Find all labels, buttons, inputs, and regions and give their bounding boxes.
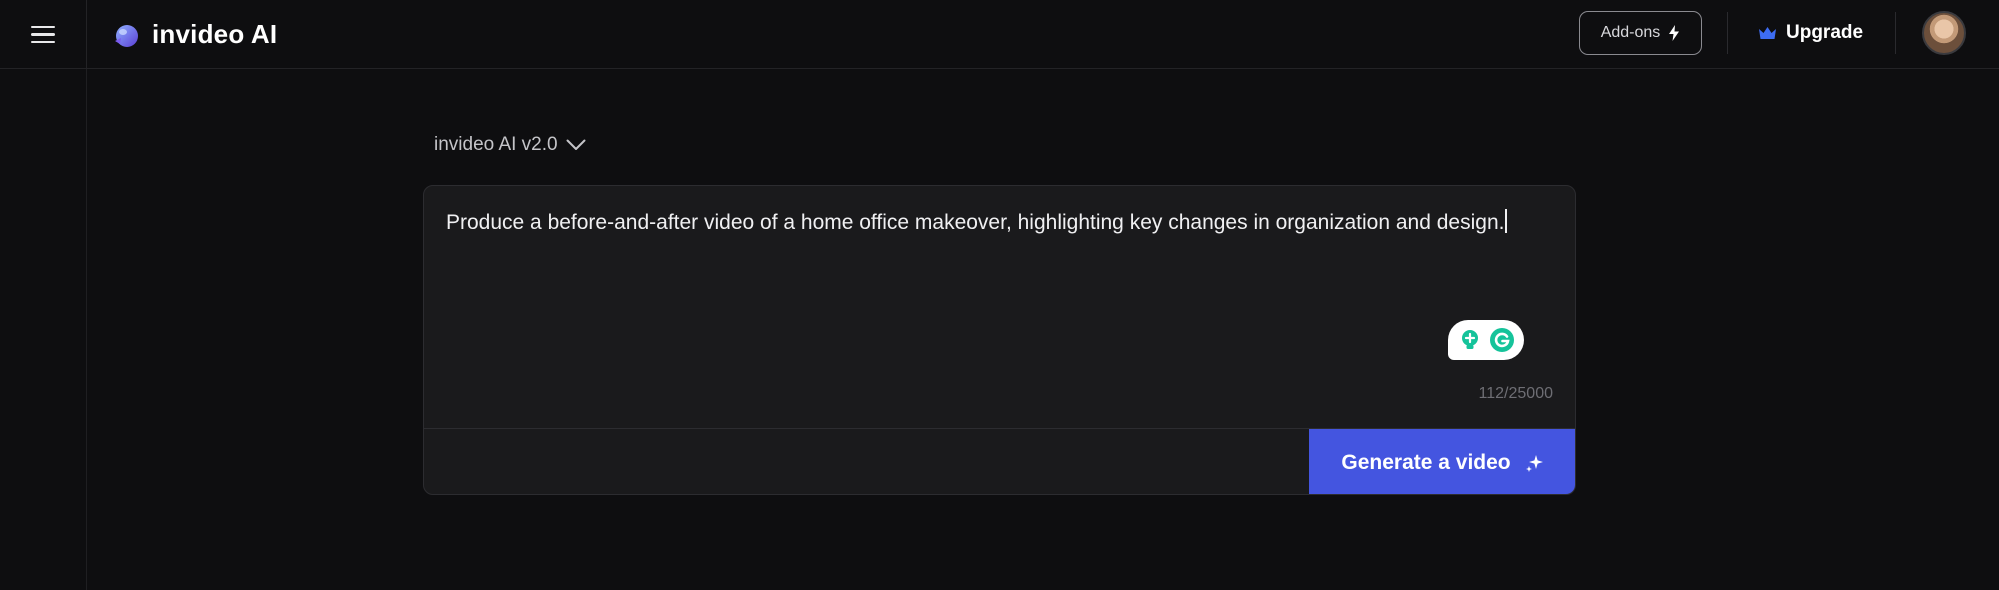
sparkle-icon (1525, 455, 1543, 472)
generate-label: Generate a video (1341, 451, 1511, 474)
prompt-input[interactable]: Produce a before-and-after video of a ho… (446, 206, 1546, 239)
model-selector[interactable]: invideo AI v2.0 (434, 130, 586, 160)
addons-button[interactable]: Add-ons (1579, 11, 1702, 55)
grammarly-icon (1490, 328, 1514, 352)
brand-name: invideo AI (152, 19, 278, 49)
model-selector-label: invideo AI v2.0 (434, 134, 558, 155)
text-caret (1505, 209, 1507, 233)
top-navigation-bar: invideo AI Add-ons Upgrade (0, 0, 1999, 69)
crown-icon (1759, 27, 1776, 39)
prompt-text: Produce a before-and-after video of a ho… (446, 211, 1505, 234)
lightbulb-icon (1462, 330, 1478, 349)
invideo-logo-icon (115, 24, 138, 47)
left-rail (0, 69, 87, 590)
menu-button[interactable] (0, 0, 87, 69)
header-divider (1727, 12, 1728, 54)
prompt-card: Produce a before-and-after video of a ho… (423, 185, 1576, 495)
upgrade-button[interactable]: Upgrade (1758, 11, 1863, 55)
hamburger-icon (31, 25, 55, 44)
prompt-card-footer: Generate a video (424, 428, 1575, 494)
character-count: 112/25000 (1478, 385, 1553, 402)
upgrade-label: Upgrade (1786, 22, 1864, 43)
grammarly-widget[interactable] (1448, 320, 1524, 360)
brand[interactable]: invideo AI (112, 0, 277, 69)
addons-label: Add-ons (1600, 24, 1661, 41)
user-avatar[interactable] (1922, 11, 1966, 55)
chevron-down-icon (566, 139, 586, 150)
generate-video-button[interactable]: Generate a video (1309, 429, 1575, 494)
bolt-icon (1669, 25, 1680, 41)
header-divider (1895, 12, 1896, 54)
